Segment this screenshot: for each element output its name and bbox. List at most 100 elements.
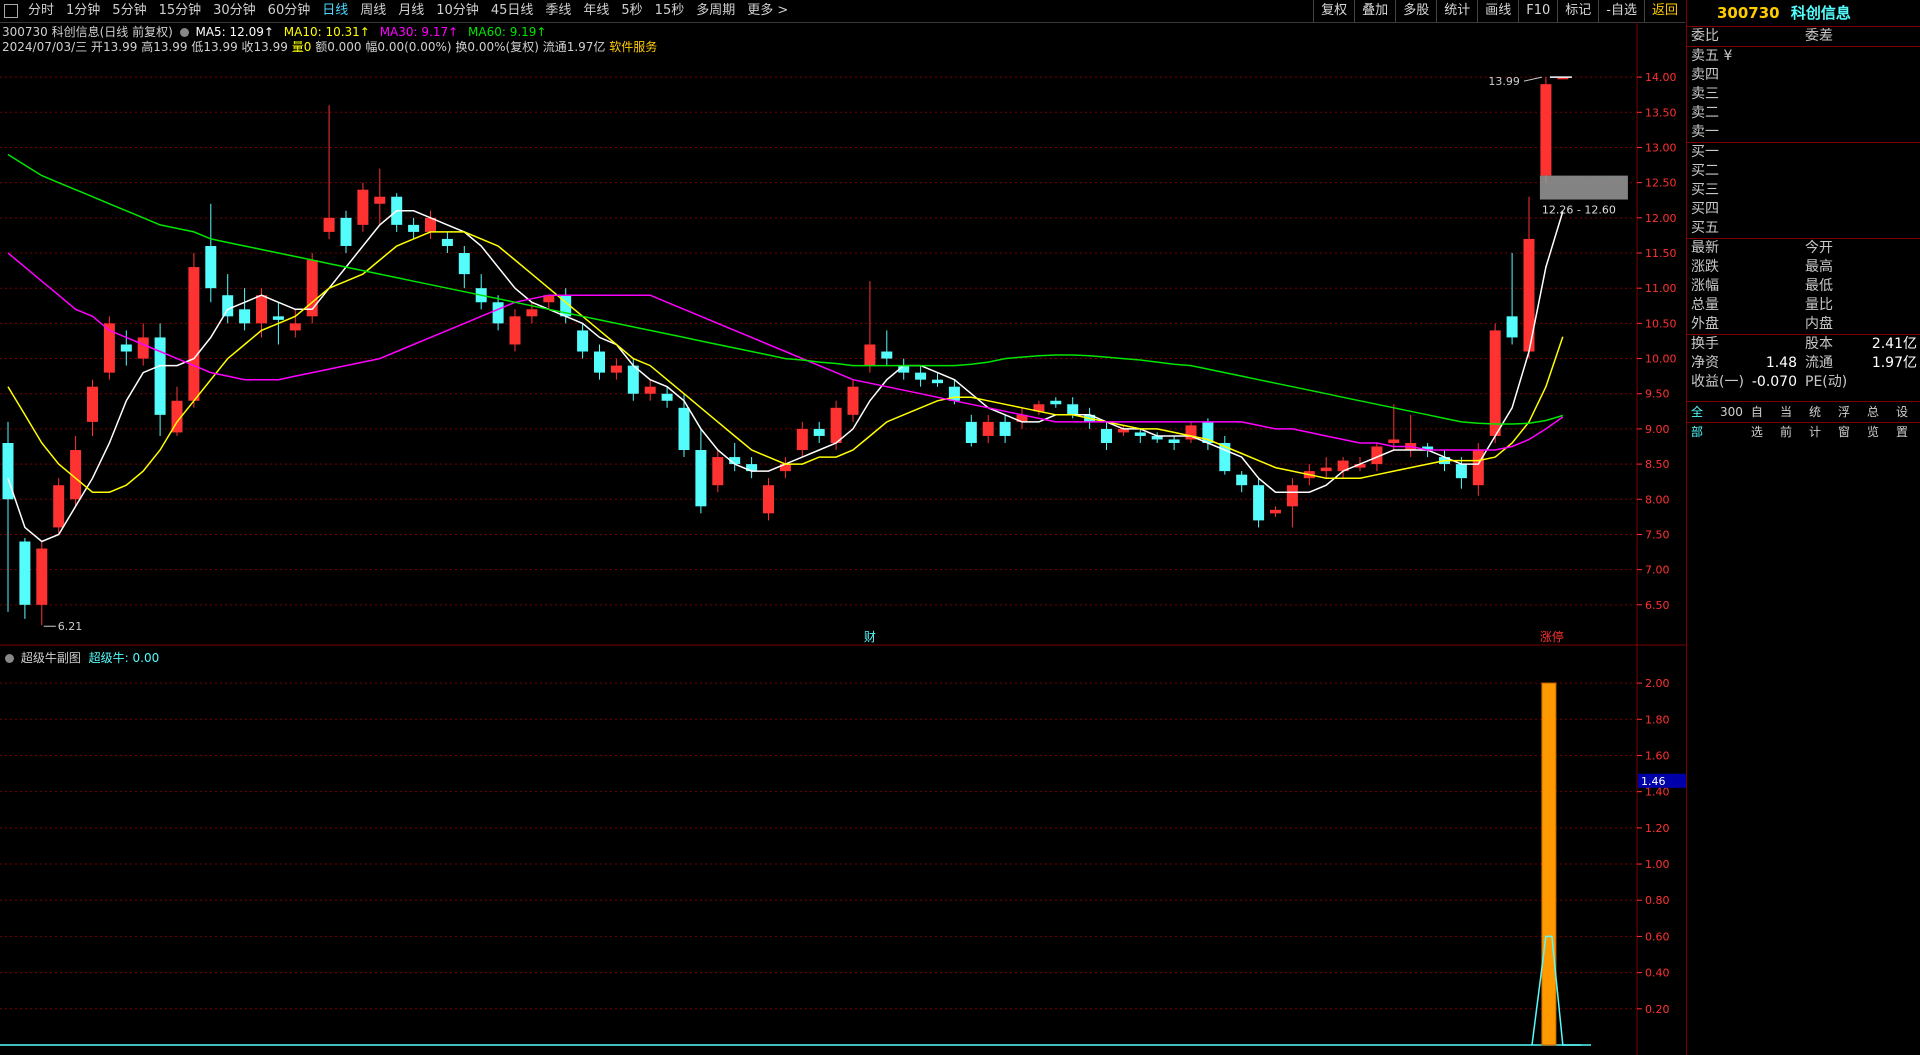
candle-body	[661, 393, 673, 401]
quote-row: 涨幅 最低	[1691, 278, 1833, 294]
order-diff-label: 委差	[1805, 28, 1833, 44]
candle	[53, 478, 65, 535]
candle-body	[1067, 404, 1079, 415]
candle-body	[881, 351, 893, 359]
candle-body	[1557, 77, 1569, 80]
sub-y-tick-label: 0.40	[1645, 967, 1670, 980]
candle	[1489, 323, 1501, 443]
candle	[1506, 253, 1518, 345]
candle-body	[87, 386, 98, 422]
high-arrow	[1523, 76, 1543, 82]
candle-body	[441, 238, 453, 246]
y-tick-label: 6.50	[1645, 599, 1670, 612]
candle-body	[272, 316, 284, 320]
candle-body	[1388, 439, 1400, 443]
order-ratio-label: 委比	[1691, 28, 1719, 44]
candle	[441, 231, 453, 254]
sub-y-tick-label: 1.80	[1645, 713, 1670, 726]
candle	[982, 414, 994, 443]
candle	[610, 358, 622, 380]
candle-body	[53, 485, 65, 528]
candle-body	[847, 386, 859, 415]
candle-body	[1270, 509, 1281, 514]
y-tick-label: 10.50	[1645, 317, 1677, 330]
candle-body	[239, 309, 251, 324]
quote-row: 最新 今开	[1691, 240, 1833, 256]
candle	[729, 442, 741, 472]
candle-body	[644, 386, 656, 394]
ma30-line	[7, 252, 1564, 451]
candle	[1101, 421, 1112, 451]
low-price-label: 6.21	[58, 620, 83, 633]
candle	[306, 253, 318, 324]
candle-body	[712, 457, 724, 486]
candle	[408, 217, 420, 239]
candle-body	[610, 365, 622, 373]
y-tick-label: 14.00	[1645, 71, 1677, 84]
candle-body	[982, 421, 994, 436]
candle	[458, 245, 470, 289]
candle-body	[1540, 84, 1552, 176]
ma10-line	[7, 231, 1564, 493]
candle	[357, 182, 369, 232]
candle	[323, 105, 335, 239]
event-marker-cai: 财	[864, 630, 876, 644]
sub-y-tick-label: 1.00	[1645, 858, 1670, 871]
candle-body	[577, 330, 589, 352]
candle-body	[137, 337, 149, 359]
ma60-line	[7, 153, 1564, 425]
candle-body	[154, 337, 166, 415]
candle	[746, 457, 758, 479]
y-tick-label: 7.50	[1645, 528, 1670, 541]
stats-row: 换手 股本 2.41亿	[1691, 336, 1917, 352]
tab-current[interactable]: 当前	[1776, 402, 1805, 439]
y-tick-label: 13.00	[1645, 141, 1677, 154]
candle-body	[1472, 450, 1484, 486]
candle-body	[1101, 428, 1112, 443]
y-tick-label: 11.50	[1645, 247, 1677, 260]
candle	[965, 414, 977, 447]
y-tick-label: 13.50	[1645, 106, 1677, 119]
buy-level-2: 买二	[1691, 163, 1719, 179]
tab-overview[interactable]: 总览	[1863, 402, 1892, 439]
candle-body	[492, 302, 504, 324]
candle	[1320, 457, 1332, 479]
sell-level-2: 卖二	[1691, 105, 1719, 121]
tab-300[interactable]: 300	[1716, 402, 1747, 422]
candle	[695, 428, 707, 514]
candle-body	[340, 217, 352, 246]
candle	[1050, 397, 1062, 408]
candle	[1219, 435, 1231, 475]
stats-row: 收益(一) -0.070 PE(动)	[1691, 374, 1848, 390]
candle-body	[1320, 467, 1332, 472]
candle	[813, 421, 825, 443]
candle-body	[374, 196, 386, 204]
candle	[1236, 471, 1248, 493]
tab-settings[interactable]: 设置	[1892, 402, 1920, 439]
tab-watchlist[interactable]: 自选	[1747, 402, 1776, 439]
candle-body	[813, 428, 825, 436]
tab-float-window[interactable]: 浮窗	[1834, 402, 1863, 439]
candle-body	[796, 428, 808, 451]
kline-chart[interactable]: 14.00 13.50 13.00 12.50 12.00 11.50 11.00 10.50…	[0, 0, 1686, 1055]
price-band-label: 12.26 - 12.60	[1542, 204, 1616, 217]
candle	[1388, 404, 1400, 451]
candle	[36, 541, 48, 626]
y-tick-label: 12.00	[1645, 212, 1677, 225]
candle	[87, 379, 98, 436]
y-tick-label: 8.50	[1645, 458, 1670, 471]
candle-body	[763, 485, 774, 514]
tab-all[interactable]: 全部	[1687, 402, 1716, 439]
candle	[492, 295, 504, 331]
candle-body	[205, 245, 217, 289]
sub-bar	[1541, 682, 1557, 1046]
candle	[19, 537, 31, 619]
candle-body	[627, 365, 639, 394]
sub-y-tick-label: 0.20	[1645, 1003, 1670, 1016]
tab-statistics[interactable]: 统计	[1805, 402, 1834, 439]
buy-level-5: 买五	[1691, 220, 1719, 236]
candle	[374, 168, 386, 225]
candle-body	[1168, 439, 1180, 443]
candle-body	[408, 224, 420, 232]
candle-body	[323, 217, 335, 232]
